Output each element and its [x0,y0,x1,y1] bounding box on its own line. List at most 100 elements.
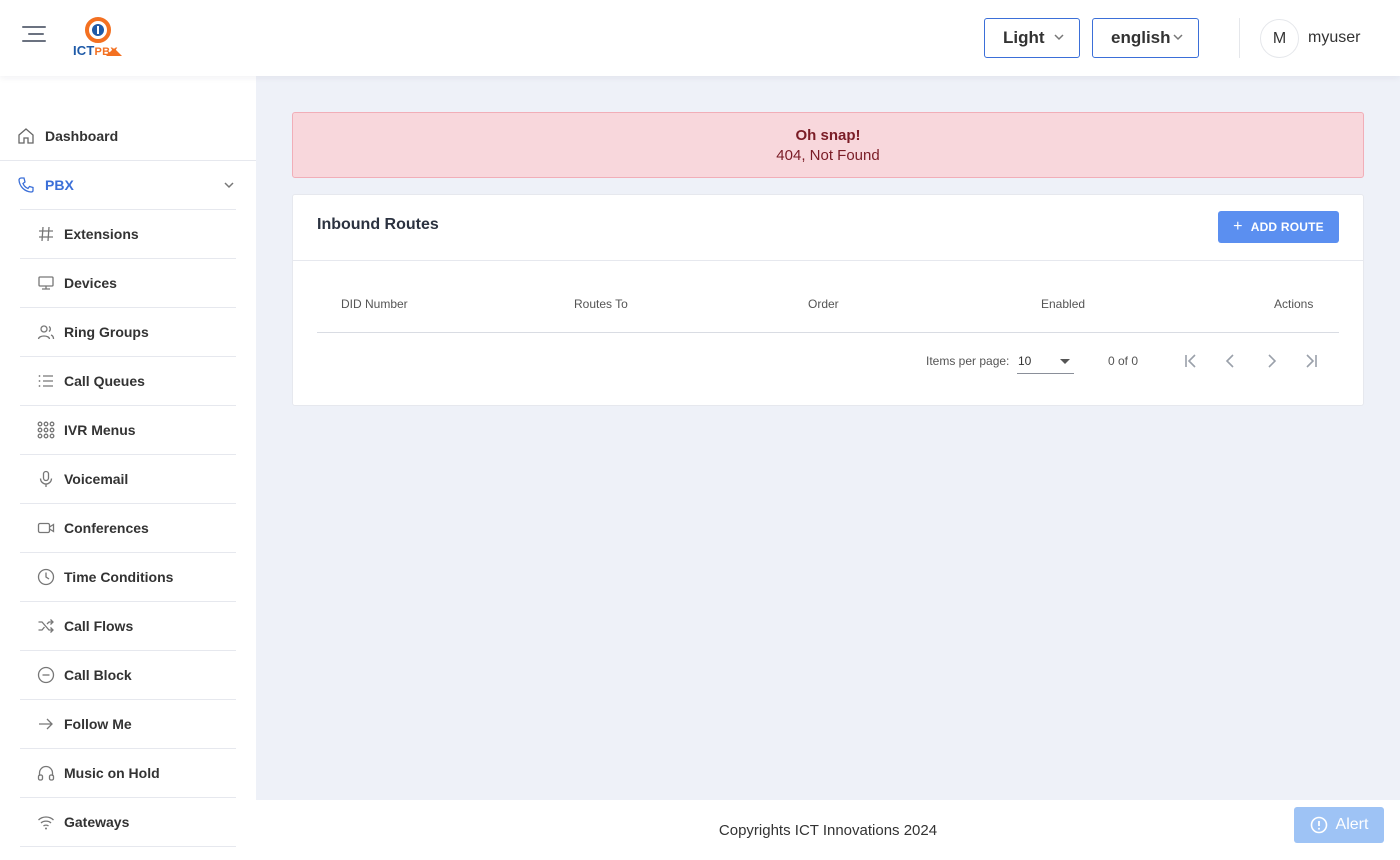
items-per-page-select[interactable]: 10 [1017,350,1074,374]
phone-icon [17,176,35,194]
hash-icon [37,225,55,243]
sidebar: Dashboard PBX Extensions Devices Ring Grou… [0,76,256,860]
app-logo[interactable]: ICTPBX [70,16,126,62]
alert-button-label: Alert [1335,816,1369,833]
sidebar-divider [20,503,236,504]
home-icon [17,127,35,145]
sidebar-item-ring-groups[interactable]: Ring Groups [37,322,236,342]
monitor-icon [37,274,55,292]
sidebar-item-label: Gateways [64,814,130,830]
paginator-range: 0 of 0 [1108,354,1139,368]
sidebar-item-label: Call Queues [64,373,145,389]
sidebar-item-label: Extensions [64,226,139,242]
sidebar-item-label: PBX [45,177,74,193]
list-icon [37,372,55,390]
sidebar-divider [20,258,236,259]
minus-circle-icon [37,666,55,684]
next-page-button[interactable] [1260,350,1282,372]
username[interactable]: myuser [1308,29,1360,47]
column-header-routes-to[interactable]: Routes To [574,297,628,311]
sidebar-divider [20,405,236,406]
arrow-right-icon [37,715,55,733]
footer: Copyrights ICT Innovations 2024 [256,800,1400,860]
sidebar-item-label: Time Conditions [64,569,174,585]
sidebar-item-time-conditions[interactable]: Time Conditions [37,567,236,587]
sidebar-item-call-block[interactable]: Call Block [37,665,236,685]
last-page-icon [1306,354,1317,368]
sidebar-item-devices[interactable]: Devices [37,273,236,293]
alert-title: Oh snap! [795,127,861,144]
sidebar-divider [20,454,236,455]
last-page-button[interactable] [1300,350,1322,372]
sidebar-item-conferences[interactable]: Conferences [37,518,236,538]
sidebar-item-gateways[interactable]: Gateways [37,812,236,832]
sidebar-item-label: Music on Hold [64,765,160,781]
sidebar-item-ivr-menus[interactable]: IVR Menus [37,420,236,440]
sidebar-item-music-on-hold[interactable]: Music on Hold [37,763,236,783]
avatar[interactable]: M [1260,19,1299,58]
first-page-button[interactable] [1180,350,1202,372]
add-route-label: ADD ROUTE [1250,220,1324,234]
sidebar-item-label: Call Flows [64,618,134,634]
logo-text: ICTPBX [73,43,118,58]
sidebar-item-label: IVR Menus [64,422,136,438]
sidebar-divider [20,307,236,308]
theme-select[interactable]: Light [984,18,1080,58]
sidebar-divider [20,748,236,749]
clock-icon [37,568,55,586]
sidebar-item-label: Conferences [64,520,149,536]
add-route-button[interactable]: + ADD ROUTE [1218,211,1339,243]
video-icon [37,519,55,537]
chevron-down-icon [224,182,234,189]
sidebar-divider [20,209,236,210]
top-header: ICTPBX Light english M myuser [0,0,1400,76]
column-header-actions: Actions [1274,297,1314,311]
menu-toggle-icon[interactable] [22,26,46,50]
column-header-enabled[interactable]: Enabled [1041,297,1085,311]
sidebar-item-extensions[interactable]: Extensions [37,224,236,244]
first-page-icon [1185,354,1196,368]
alert-circle-icon [1310,816,1327,834]
chevron-left-icon [1225,354,1234,368]
sidebar-item-follow-me[interactable]: Follow Me [37,714,236,734]
error-alert: Oh snap! 404, Not Found [292,112,1364,178]
microphone-icon [37,470,55,488]
sidebar-divider [20,846,236,847]
column-header-order[interactable]: Order [808,297,839,311]
column-header-did-number[interactable]: DID Number [341,297,408,311]
sidebar-divider [20,552,236,553]
theme-select-value: Light [1003,28,1045,47]
plus-icon: + [1233,218,1243,235]
shuffle-icon [37,617,55,635]
language-select[interactable]: english [1092,18,1199,58]
sidebar-item-label: Devices [64,275,117,291]
sidebar-item-dashboard[interactable]: Dashboard [17,126,256,146]
items-per-page-value: 10 [1018,354,1032,368]
users-icon [37,323,55,341]
sidebar-item-pbx[interactable]: PBX [17,175,239,195]
sidebar-item-label: Voicemail [64,471,129,487]
previous-page-button[interactable] [1220,350,1242,372]
copyright-text: Copyrights ICT Innovations 2024 [718,822,938,839]
language-select-value: english [1111,28,1171,47]
sidebar-item-label: Follow Me [64,716,132,732]
dial-pad-icon [37,421,55,439]
header-divider [1239,18,1240,58]
sidebar-item-call-flows[interactable]: Call Flows [37,616,236,636]
sidebar-divider [20,699,236,700]
sidebar-item-label: Dashboard [45,128,119,144]
sidebar-item-label: Call Block [64,667,132,683]
sidebar-item-voicemail[interactable]: Voicemail [37,469,236,489]
chevron-down-icon [1173,34,1183,41]
sidebar-divider [0,160,256,161]
sidebar-item-call-queues[interactable]: Call Queues [37,371,236,391]
sidebar-divider [20,601,236,602]
alert-button[interactable]: Alert [1294,807,1384,843]
chevron-right-icon [1268,354,1277,368]
card-title: Inbound Routes [317,216,439,233]
dropdown-caret-icon [1060,359,1070,364]
card-divider [293,260,1363,261]
chevron-down-icon [1054,34,1064,41]
sidebar-divider [20,356,236,357]
sidebar-divider [20,797,236,798]
